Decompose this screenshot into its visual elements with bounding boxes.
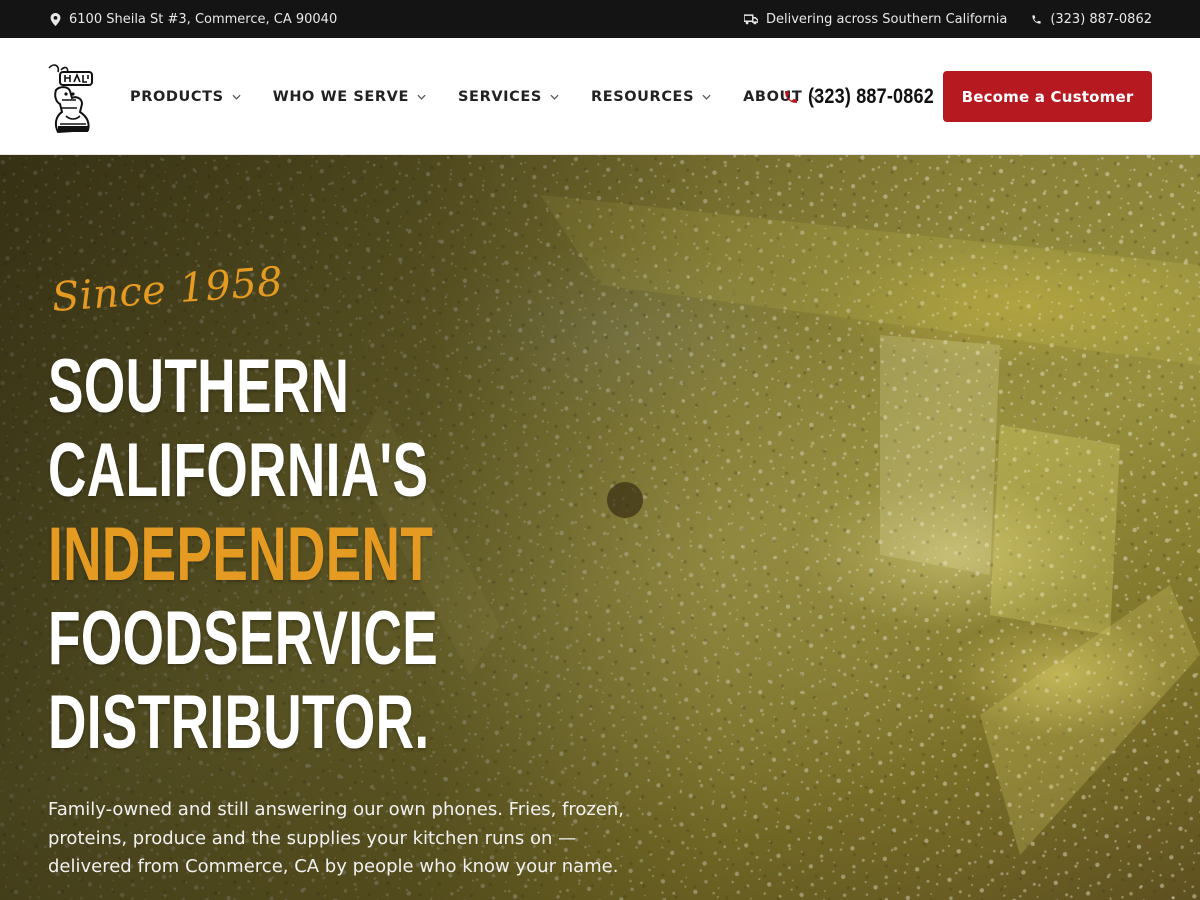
- chevron-down-icon: [550, 94, 559, 100]
- chevron-down-icon: [417, 94, 426, 100]
- nav-label-services: SERVICES: [458, 88, 542, 105]
- phone-icon: [785, 90, 797, 103]
- hero-headline: SOUTHERN CALIFORNIA'S INDEPENDENT FOODSE…: [48, 345, 608, 765]
- chevron-down-icon: [702, 94, 711, 100]
- become-customer-button[interactable]: Become a Customer: [943, 71, 1152, 122]
- main-nav: PRODUCTS WHO WE SERVE SERVICES RESOURCES…: [130, 38, 819, 155]
- nav-item-services[interactable]: SERVICES: [458, 89, 559, 105]
- nav-item-resources[interactable]: RESOURCES: [591, 89, 711, 105]
- site-header: PRODUCTS WHO WE SERVE SERVICES RESOURCES…: [0, 38, 1200, 155]
- hero-lede: Family-owned and still answering our own…: [48, 799, 625, 877]
- location-pin-icon: [50, 12, 61, 26]
- nav-label-products: PRODUCTS: [130, 88, 224, 105]
- top-utility-bar: 6100 Sheila St #3, Commerce, CA 90040 De…: [0, 0, 1200, 38]
- brand-logo-icon: [48, 64, 93, 134]
- hero-section: Since 1958 SOUTHERN CALIFORNIA'S INDEPEN…: [0, 155, 1200, 900]
- address-text: 6100 Sheila St #3, Commerce, CA 90040: [69, 11, 338, 27]
- header-phone-link[interactable]: (323) 887-0862: [783, 38, 954, 155]
- headline-line-2: CALIFORNIA'S: [48, 428, 429, 513]
- nav-label-who-we-serve: WHO WE SERVE: [272, 88, 410, 105]
- phone-icon: [1032, 14, 1041, 24]
- chevron-down-icon: [232, 94, 241, 100]
- topbar-phone-text: (323) 887-0862: [1050, 11, 1152, 27]
- address-item[interactable]: 6100 Sheila St #3, Commerce, CA 90040: [50, 0, 337, 38]
- nav-item-products[interactable]: PRODUCTS: [130, 89, 241, 105]
- headline-line-4: FOODSERVICE: [48, 596, 439, 681]
- headline-line-3: INDEPENDENT: [48, 512, 434, 597]
- headline-line-5: DISTRIBUTOR.: [48, 680, 430, 765]
- brand-logo[interactable]: [46, 60, 96, 134]
- header-phone-number: (323) 887-0862: [808, 84, 934, 108]
- nav-label-resources: RESOURCES: [590, 88, 695, 105]
- delivery-text: Delivering across Southern California: [766, 11, 1008, 27]
- delivery-item: Delivering across Southern California: [744, 12, 1007, 27]
- headline-line-1: SOUTHERN: [48, 344, 350, 429]
- nav-item-who-we-serve[interactable]: WHO WE SERVE: [273, 89, 426, 105]
- topbar-phone-link[interactable]: (323) 887-0862: [1031, 12, 1152, 27]
- truck-icon: [744, 13, 758, 24]
